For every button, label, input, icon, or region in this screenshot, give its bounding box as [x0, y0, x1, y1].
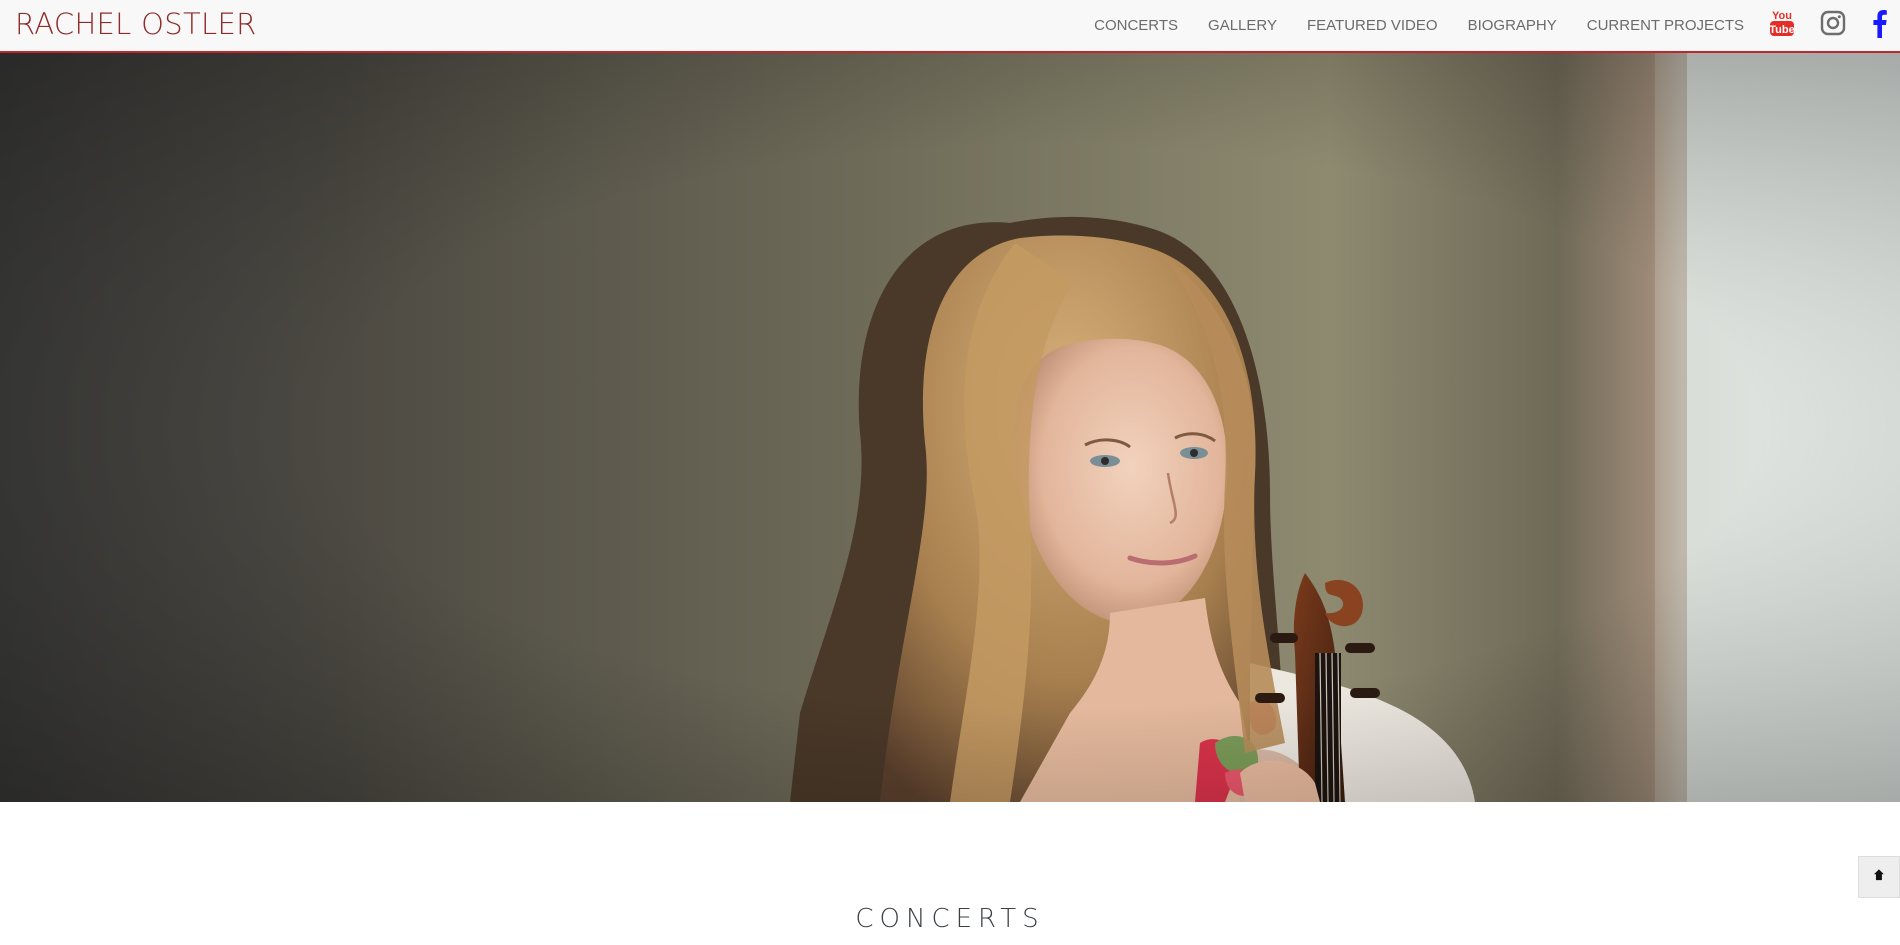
facebook-icon: [1872, 8, 1888, 43]
nav-link-gallery[interactable]: GALLERY: [1208, 17, 1277, 34]
youtube-icon: You Tube: [1769, 8, 1795, 43]
brand-logo-link[interactable]: RACHEL OSTLER: [15, 7, 257, 41]
nav-link-concerts[interactable]: CONCERTS: [1094, 17, 1178, 34]
concerts-section-title: CONCERTS: [855, 903, 1045, 934]
facebook-link[interactable]: [1872, 10, 1888, 42]
instagram-link[interactable]: [1820, 10, 1846, 42]
nav-link-biography[interactable]: BIOGRAPHY: [1468, 17, 1557, 34]
top-navbar: RACHEL OSTLER CONCERTS GALLERY FEATURED …: [0, 0, 1900, 53]
nav-link-current-projects[interactable]: CURRENT PROJECTS: [1587, 17, 1744, 34]
svg-text:Tube: Tube: [1770, 24, 1794, 36]
hero-image: [0, 53, 1900, 802]
hero-photo: [0, 53, 1900, 802]
nav-links: CONCERTS GALLERY FEATURED VIDEO BIOGRAPH…: [1094, 0, 1900, 51]
scroll-to-top-button[interactable]: [1858, 856, 1900, 898]
youtube-link[interactable]: You Tube: [1769, 8, 1795, 43]
instagram-icon: [1820, 10, 1846, 41]
nav-link-featured-video[interactable]: FEATURED VIDEO: [1307, 17, 1438, 34]
svg-text:You: You: [1772, 10, 1792, 22]
arrow-up-icon: [1872, 868, 1886, 887]
